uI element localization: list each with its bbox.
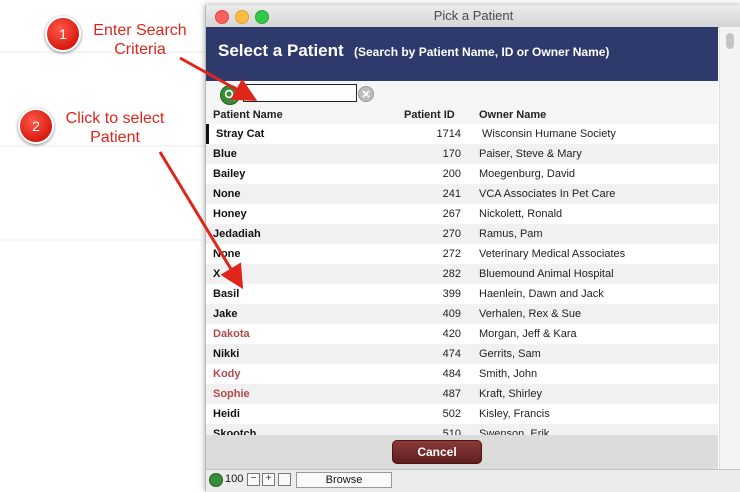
table-row[interactable]: Blue 170 Paiser, Steve & Mary — [206, 144, 718, 164]
zoom-in-button[interactable]: + — [262, 473, 275, 486]
search-icon[interactable] — [220, 85, 240, 105]
table-row[interactable]: Bailey 200 Moegenburg, David — [206, 164, 718, 184]
owner-name-cell: Haenlein, Dawn and Jack — [479, 288, 604, 300]
owner-name-cell: Nickolett, Ronald — [479, 208, 563, 220]
patient-id-cell: 484 — [442, 368, 461, 380]
owner-name-cell: Gerrits, Sam — [479, 348, 541, 360]
patient-name-cell: Stray Cat — [216, 128, 265, 140]
patient-name-cell: Sophie — [213, 388, 250, 400]
patient-name-cell: Dakota — [213, 328, 250, 340]
table-row[interactable]: Dakota 420 Morgan, Jeff & Kara — [206, 324, 718, 344]
patient-id-cell: 502 — [442, 408, 461, 420]
zoom-level[interactable]: 100 — [225, 473, 243, 485]
vertical-scrollbar[interactable] — [719, 27, 740, 469]
table-row[interactable]: Honey 267 Nickolett, Ronald — [206, 204, 718, 224]
clear-icon[interactable] — [358, 86, 374, 102]
window-titlebar: Pick a Patient — [206, 5, 740, 28]
patient-id-cell: 282 — [442, 268, 461, 280]
patient-name-cell: Nikki — [213, 348, 240, 360]
patient-id-cell: 170 — [442, 148, 461, 160]
patient-name-cell: Blue — [213, 148, 237, 160]
dialog-footer: Cancel — [206, 435, 718, 469]
owner-name-cell: Moegenburg, David — [479, 168, 576, 180]
search-row — [206, 81, 718, 107]
dialog-title: Select a Patient — [218, 41, 344, 60]
patient-name-cell: Bailey — [213, 168, 246, 180]
patient-name-cell: None — [213, 188, 241, 200]
table-row[interactable]: None 272 Veterinary Medical Associates — [206, 244, 718, 264]
patient-list: Stray Cat 1714 Wisconsin Humane Society Blu… — [206, 124, 718, 435]
patient-name-cell: Basil — [213, 288, 240, 300]
table-header: Patient Name Patient ID Owner Name — [206, 107, 718, 124]
callout-2-line1: Click to select — [65, 110, 165, 127]
patient-id-cell: 399 — [442, 288, 461, 300]
table-row[interactable]: X 282 Bluemound Animal Hospital — [206, 264, 718, 284]
column-header-patient-name[interactable]: Patient Name — [213, 109, 283, 121]
search-input[interactable] — [243, 84, 357, 102]
owner-name-cell: Wisconsin Humane Society — [482, 128, 616, 140]
owner-name-cell: Kraft, Shirley — [479, 388, 542, 400]
zoom-out-button[interactable]: − — [247, 473, 260, 486]
table-row[interactable]: Skootch 510 Swenson, Erik — [206, 424, 718, 435]
patient-name-cell: Kody — [213, 368, 241, 380]
patient-name-cell: None — [213, 248, 241, 260]
owner-name-cell: VCA Associates In Pet Care — [479, 188, 616, 200]
pick-patient-window: Pick a Patient Select a Patient (Search … — [205, 5, 740, 492]
scrollbar-thumb[interactable] — [726, 33, 734, 49]
patient-id-cell: 272 — [442, 248, 461, 260]
patient-id-cell: 241 — [442, 188, 461, 200]
background-lines — [0, 51, 205, 241]
callout-1-text: Enter Search Criteria — [80, 21, 200, 59]
table-row[interactable]: Nikki 474 Gerrits, Sam — [206, 344, 718, 364]
patient-id-cell: 474 — [442, 348, 461, 360]
owner-name-cell: Swenson, Erik — [479, 428, 550, 435]
dialog-header: Select a Patient (Search by Patient Name… — [206, 27, 718, 81]
table-row[interactable]: Jedadiah 270 Ramus, Pam — [206, 224, 718, 244]
toolbar-toggle-icon[interactable] — [278, 473, 291, 486]
status-bar: 100 − + Browse — [206, 469, 740, 492]
owner-name-cell: Morgan, Jeff & Kara — [479, 328, 577, 340]
mode-browse[interactable]: Browse — [296, 472, 392, 488]
lock-icon[interactable] — [209, 473, 223, 487]
cancel-button[interactable]: Cancel — [392, 440, 482, 464]
patient-id-cell: 487 — [442, 388, 461, 400]
callout-2-line2: Patient — [90, 129, 140, 146]
owner-name-cell: Kisley, Francis — [479, 408, 550, 420]
owner-name-cell: Smith, John — [479, 368, 538, 380]
dialog-subtitle: (Search by Patient Name, ID or Owner Nam… — [354, 45, 610, 59]
patient-name-cell: Heidi — [213, 408, 240, 420]
column-header-owner-name[interactable]: Owner Name — [479, 109, 546, 121]
patient-id-cell: 420 — [442, 328, 461, 340]
table-row[interactable]: None 241 VCA Associates In Pet Care — [206, 184, 718, 204]
patient-name-cell: Jake — [213, 308, 238, 320]
owner-name-cell: Ramus, Pam — [479, 228, 543, 240]
patient-name-cell: Skootch — [213, 428, 257, 435]
callout-1-line1: Enter Search — [93, 22, 187, 39]
patient-id-cell: 1714 — [436, 128, 461, 140]
patient-name-cell: Honey — [213, 208, 247, 220]
owner-name-cell: Veterinary Medical Associates — [479, 248, 626, 260]
patient-id-cell: 409 — [442, 308, 461, 320]
patient-id-cell: 270 — [442, 228, 461, 240]
patient-name-cell: X — [213, 268, 221, 280]
column-header-patient-id[interactable]: Patient ID — [404, 109, 455, 121]
table-row[interactable]: Jake 409 Verhalen, Rex & Sue — [206, 304, 718, 324]
callout-1-line2: Criteria — [114, 41, 166, 58]
window-title: Pick a Patient — [433, 8, 514, 23]
patient-id-cell: 510 — [442, 428, 461, 435]
patient-id-cell: 267 — [442, 208, 461, 220]
owner-name-cell: Paiser, Steve & Mary — [479, 148, 582, 160]
callout-2-text: Click to select Patient — [50, 109, 180, 147]
owner-name-cell: Verhalen, Rex & Sue — [479, 308, 582, 320]
table-row[interactable]: Kody 484 Smith, John — [206, 364, 718, 384]
table-row[interactable]: Stray Cat 1714 Wisconsin Humane Society — [206, 124, 718, 144]
table-row[interactable]: Basil 399 Haenlein, Dawn and Jack — [206, 284, 718, 304]
patient-id-cell: 200 — [442, 168, 461, 180]
table-row[interactable]: Heidi 502 Kisley, Francis — [206, 404, 718, 424]
callout-1-badge: 1 — [45, 16, 81, 52]
patient-name-cell: Jedadiah — [213, 228, 261, 240]
owner-name-cell: Bluemound Animal Hospital — [479, 268, 614, 280]
table-row[interactable]: Sophie 487 Kraft, Shirley — [206, 384, 718, 404]
callout-2-badge: 2 — [18, 108, 54, 144]
